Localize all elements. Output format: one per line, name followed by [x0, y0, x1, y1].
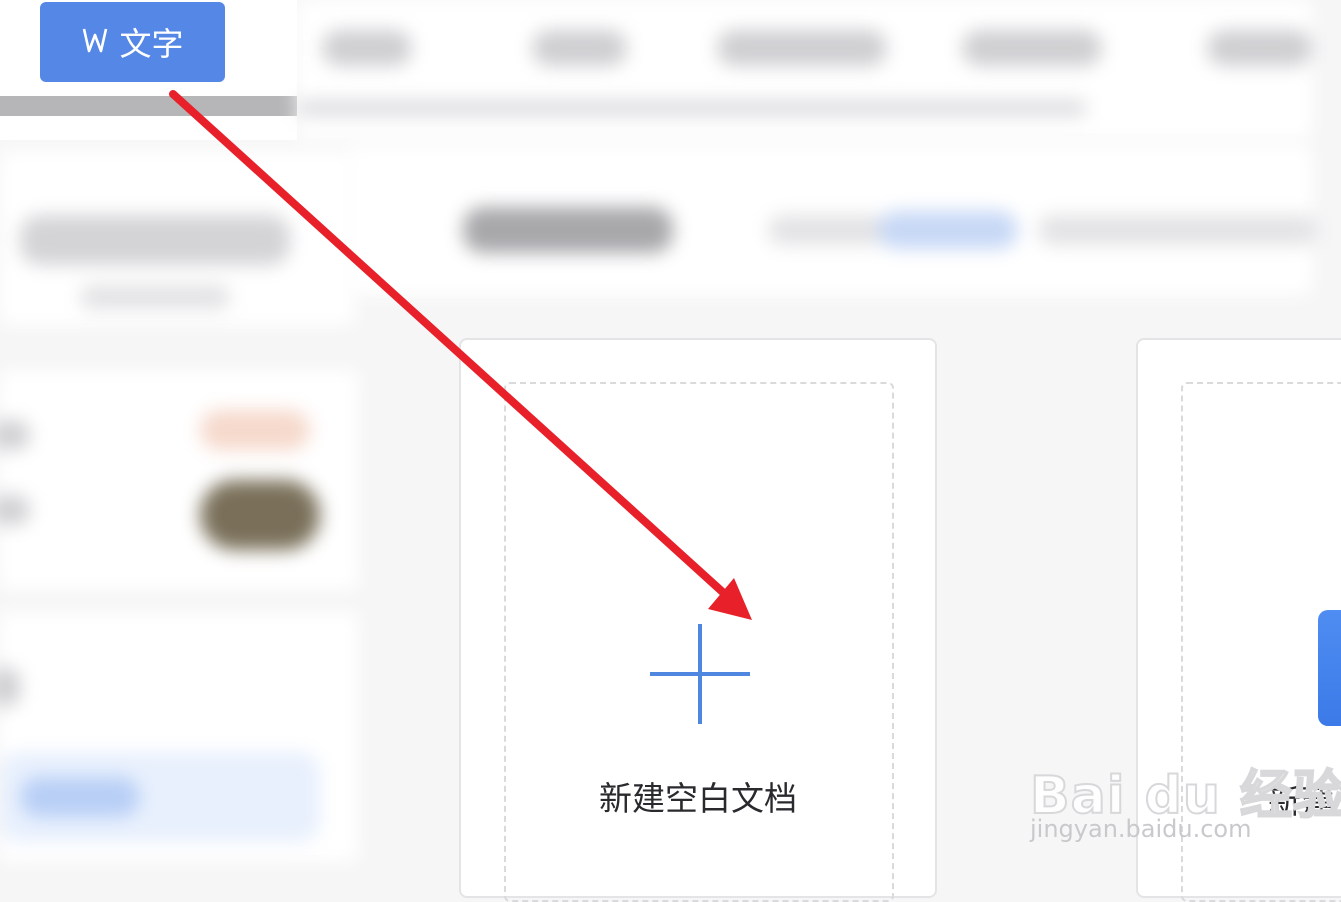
- red-annotation-arrow: [169, 90, 752, 620]
